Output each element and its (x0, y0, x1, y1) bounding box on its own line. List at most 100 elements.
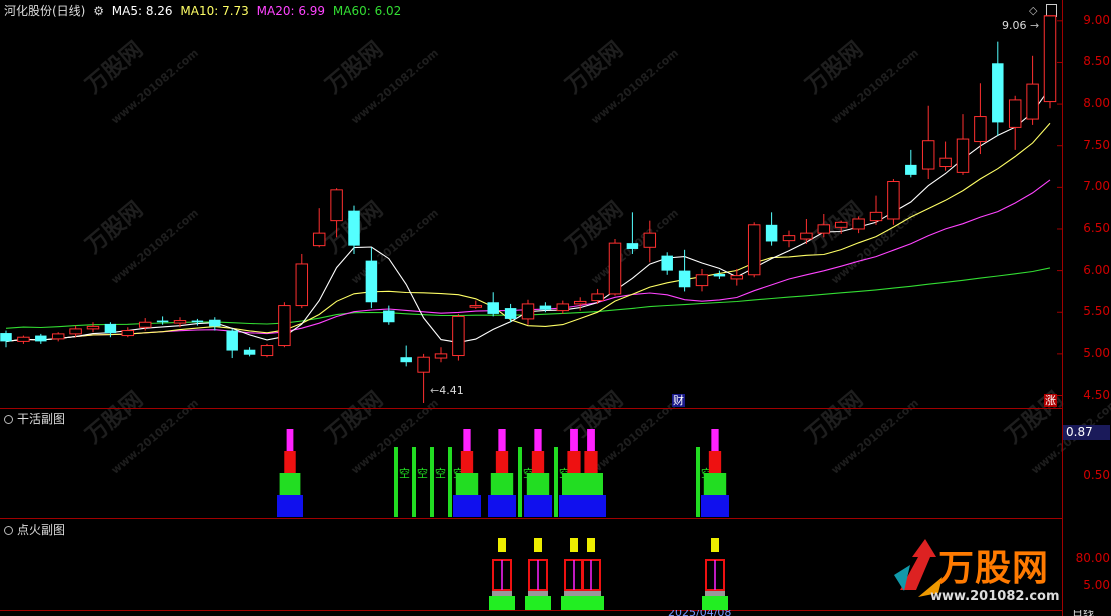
candle-body (869, 211, 883, 222)
stack-green (455, 473, 479, 495)
stack-red (531, 451, 545, 473)
candle (417, 353, 430, 404)
candle-body (1043, 15, 1057, 103)
stack-red (708, 451, 722, 473)
candle (869, 195, 883, 225)
candle-body (974, 116, 987, 143)
brand-site: www.201082.com (930, 589, 1060, 604)
candle (121, 327, 135, 338)
price-tick: 8.00 (1083, 96, 1110, 111)
candle-body (434, 353, 448, 359)
fire-yellow (498, 538, 506, 552)
candle-body (226, 330, 238, 351)
axis-line (1062, 0, 1063, 616)
candle-body (747, 224, 761, 276)
candle (521, 299, 535, 325)
candle-body (921, 140, 935, 170)
candle (312, 208, 326, 248)
signal-bar (412, 447, 416, 517)
candle (713, 270, 726, 279)
candle (1043, 15, 1057, 109)
candle-body (417, 356, 430, 373)
candle (992, 41, 1004, 136)
candle (400, 345, 412, 367)
fire-bar (578, 538, 604, 610)
candle (452, 313, 465, 361)
candle (330, 188, 343, 238)
candle (921, 105, 935, 180)
stack-red (495, 451, 509, 473)
kong-label: 空 (417, 466, 428, 480)
candle-body (608, 242, 622, 295)
candle-body (887, 181, 900, 220)
kong-label: 空 (399, 466, 410, 480)
candle (487, 292, 499, 317)
stack-blue (277, 495, 303, 517)
stack-bar (453, 429, 481, 517)
fire-green (525, 596, 551, 610)
signal-bar (430, 447, 434, 517)
kong-label: 空 (435, 466, 446, 480)
price-tick: 9.00 (1083, 12, 1110, 27)
candle-body (156, 320, 169, 323)
period-fragment: 日线 (1072, 610, 1094, 616)
fire-bar (489, 538, 515, 610)
candle (626, 212, 639, 254)
candle-body (209, 319, 221, 327)
financial-report-marker[interactable]: 财 (672, 394, 685, 407)
stack-magenta (711, 429, 719, 451)
low-price-label: ←4.41 (430, 384, 464, 397)
sub-chart-1-value: 0.87 (1063, 425, 1110, 440)
candle-body (573, 300, 587, 305)
signal-bar (394, 447, 398, 517)
candle-body (469, 305, 483, 308)
candle-body (782, 235, 796, 242)
fire-yellow (587, 538, 595, 552)
candle-body (1008, 99, 1022, 128)
candle-body (400, 357, 412, 363)
price-tick: 6.50 (1083, 220, 1110, 235)
candle (747, 222, 761, 278)
stack-magenta (463, 429, 471, 451)
stack-green (703, 473, 727, 495)
stack-red (284, 451, 296, 473)
candle-body (312, 232, 326, 247)
signal-bar (696, 447, 700, 517)
candle (939, 141, 952, 171)
candle (887, 179, 900, 225)
limit-up-marker[interactable]: 涨 (1044, 394, 1057, 407)
sub-chart-1: 空空空空空空空 (277, 429, 729, 517)
fire-green (702, 596, 728, 610)
candle (260, 343, 274, 358)
candle (782, 230, 796, 248)
candle-body (452, 315, 465, 357)
sub-chart-2-tick: 5.00 (1083, 578, 1110, 592)
price-tick: 5.50 (1083, 304, 1110, 319)
fire-yellow (711, 538, 719, 552)
stack-red (584, 451, 598, 473)
candle-body (330, 189, 343, 222)
candle (695, 268, 709, 292)
signal-bar (448, 447, 452, 517)
candle-body (0, 333, 12, 342)
candle (434, 347, 448, 363)
candle-body (852, 218, 865, 230)
candle-body (104, 323, 117, 334)
price-tick: 7.50 (1083, 137, 1110, 152)
candle (469, 300, 483, 309)
fire-bar (525, 538, 551, 610)
stack-red (460, 451, 474, 473)
candle-body (278, 305, 291, 347)
date-fragment: 2025/04/08 (668, 610, 731, 616)
candle (661, 252, 673, 275)
candle-body (521, 303, 535, 320)
high-price-label: 9.06 → (1002, 19, 1040, 32)
candle-body (939, 157, 952, 168)
stack-bar (701, 429, 729, 517)
brand-name: 万股网 (938, 548, 1050, 589)
signal-bar (554, 447, 558, 517)
candle-body (643, 232, 657, 248)
candle-body (86, 325, 100, 330)
stack-green (279, 473, 301, 495)
candle (243, 347, 256, 357)
